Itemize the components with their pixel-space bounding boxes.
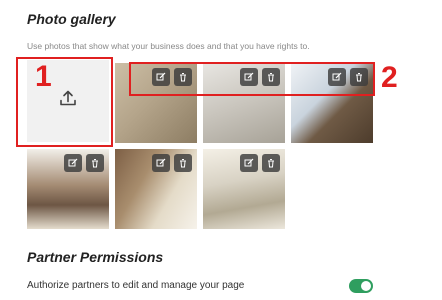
annotation-number-2: 2 xyxy=(381,61,398,94)
edit-photo-button[interactable] xyxy=(328,68,346,86)
edit-photo-button[interactable] xyxy=(152,154,170,172)
photo-tile[interactable] xyxy=(203,149,285,229)
edit-photo-button[interactable] xyxy=(152,68,170,86)
photo-tile[interactable] xyxy=(203,63,285,143)
photo-tile[interactable] xyxy=(115,149,197,229)
upload-icon xyxy=(59,90,77,113)
photo-tile[interactable] xyxy=(291,63,373,143)
annotation-number-1: 1 xyxy=(35,60,52,93)
photo-gallery-subtitle: Use photos that show what your business … xyxy=(27,41,310,51)
edit-photo-button[interactable] xyxy=(240,154,258,172)
delete-photo-button[interactable] xyxy=(86,154,104,172)
authorize-partners-label: Authorize partners to edit and manage yo… xyxy=(27,280,245,291)
delete-photo-button[interactable] xyxy=(262,154,280,172)
photo-tile[interactable] xyxy=(115,63,197,143)
delete-photo-button[interactable] xyxy=(262,68,280,86)
toggle-knob xyxy=(361,281,371,291)
authorize-partners-toggle[interactable] xyxy=(349,279,373,293)
delete-photo-button[interactable] xyxy=(174,154,192,172)
partner-permissions-title: Partner Permissions xyxy=(27,249,164,265)
photo-tile[interactable] xyxy=(27,149,109,229)
edit-photo-button[interactable] xyxy=(240,68,258,86)
delete-photo-button[interactable] xyxy=(174,68,192,86)
photo-gallery-title: Photo gallery xyxy=(27,11,116,27)
delete-photo-button[interactable] xyxy=(350,68,368,86)
edit-photo-button[interactable] xyxy=(64,154,82,172)
